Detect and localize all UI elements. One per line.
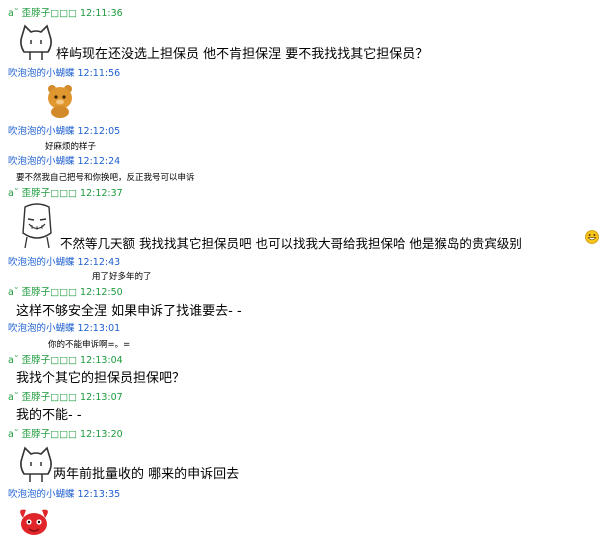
message-text: 我的不能- - [16, 408, 82, 423]
message-header: 吹泡泡的小蝴蝶 12:12:24 [8, 155, 120, 168]
timestamp: 12:12:37 [80, 188, 123, 199]
sender-name: a˘ 歪脖子□□□ [8, 287, 78, 298]
sender-name: 吹泡泡的小蝴蝶 [8, 257, 75, 268]
message-text: 不然等几天额 我找找其它担保员吧 也可以找我大哥给我担保哈 他是猴岛的贵宾级别 [60, 236, 522, 251]
timestamp: 12:12:43 [77, 257, 121, 268]
face-cartoon-icon [17, 203, 57, 249]
sender-name: a˘ 歪脖子□□□ [8, 8, 78, 19]
sender-name: 吹泡泡的小蝴蝶 [8, 156, 75, 167]
cat-cartoon-icon [16, 22, 56, 62]
message-header: 吹泡泡的小蝴蝶 12:12:05 [8, 125, 120, 138]
message-text: 要不然我自己把号和你换吧，反正我号可以申诉 [16, 173, 195, 183]
red-creature-sticker-icon [14, 504, 54, 538]
timestamp: 12:12:24 [77, 156, 121, 167]
timestamp: 12:13:01 [77, 323, 121, 334]
message-text: 梓屿现在还没选上担保员 他不肯担保涅 要不我找找其它担保员？ [56, 47, 429, 62]
sender-name: a˘ 歪脖子□□□ [8, 392, 78, 403]
timestamp: 12:11:36 [80, 8, 123, 19]
message-header: a˘ 歪脖子□□□ 12:13:04 [8, 354, 123, 367]
timestamp: 12:13:04 [80, 355, 123, 366]
sender-name: a˘ 歪脖子□□□ [8, 429, 78, 440]
message-text: 你的不能申诉啊=。= [48, 340, 131, 350]
message-header: 吹泡泡的小蝴蝶 12:11:56 [8, 67, 120, 80]
bear-sticker-icon [43, 82, 77, 118]
timestamp: 12:13:07 [80, 392, 123, 403]
sender-name: 吹泡泡的小蝴蝶 [8, 68, 75, 79]
timestamp: 12:13:20 [80, 429, 123, 440]
message-text: 这样不够安全涅 如果申诉了找谁要去- - [16, 304, 242, 319]
chat-log: a˘ 歪脖子□□□ 12:11:36 梓屿现在还没选上担保员 他不肯担保涅 要不我… [0, 0, 600, 539]
sender-name: 吹泡泡的小蝴蝶 [8, 323, 75, 334]
message-text: 好麻烦的样子 [45, 142, 97, 152]
message-header: a˘ 歪脖子□□□ 12:13:07 [8, 391, 123, 404]
message-header: a˘ 歪脖子□□□ 12:12:50 [8, 286, 123, 299]
message-header: a˘ 歪脖子□□□ 12:12:37 [8, 187, 123, 200]
timestamp: 12:12:50 [80, 287, 123, 298]
message-header: a˘ 歪脖子□□□ 12:13:20 [8, 428, 123, 441]
sender-name: a˘ 歪脖子□□□ [8, 188, 78, 199]
grin-emoji-icon [585, 230, 599, 244]
message-text: 用了好多年的了 [92, 272, 152, 282]
message-header: a˘ 歪脖子□□□ 12:11:36 [8, 7, 123, 20]
message-header: 吹泡泡的小蝴蝶 12:13:35 [8, 488, 120, 501]
sender-name: a˘ 歪脖子□□□ [8, 355, 78, 366]
sender-name: 吹泡泡的小蝴蝶 [8, 126, 75, 137]
timestamp: 12:12:05 [77, 126, 121, 137]
timestamp: 12:11:56 [77, 68, 121, 79]
message-text: 两年前批量收的 哪来的申诉回去 [53, 467, 240, 482]
message-text: 我找个其它的担保员担保吧？ [16, 371, 186, 386]
message-header: 吹泡泡的小蝴蝶 12:12:43 [8, 256, 120, 269]
timestamp: 12:13:35 [77, 489, 121, 500]
cat-cartoon-icon [16, 444, 56, 484]
sender-name: 吹泡泡的小蝴蝶 [8, 489, 75, 500]
message-header: 吹泡泡的小蝴蝶 12:13:01 [8, 322, 120, 335]
